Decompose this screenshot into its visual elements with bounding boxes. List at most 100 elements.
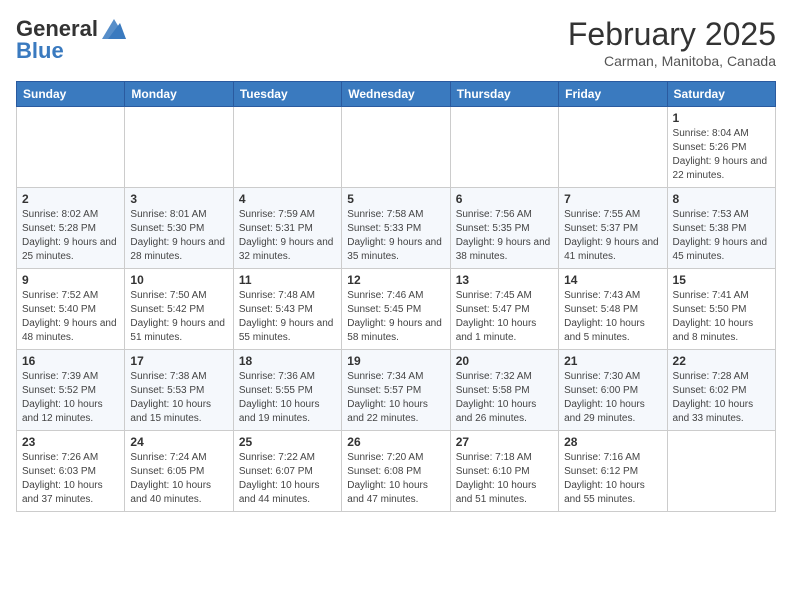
logo-icon: [102, 19, 126, 39]
day-info: Sunrise: 7:59 AM Sunset: 5:31 PM Dayligh…: [239, 208, 336, 264]
week-row-2: 9 Sunrise: 7:52 AM Sunset: 5:40 PM Daylig…: [17, 269, 776, 350]
day-info: Sunrise: 7:41 AM Sunset: 5:50 PM Dayligh…: [673, 289, 770, 345]
day-number: 9: [22, 273, 119, 287]
day-cell: 17 Sunrise: 7:38 AM Sunset: 5:53 PM Dayli…: [125, 350, 233, 431]
day-cell: 13 Sunrise: 7:45 AM Sunset: 5:47 PM Dayli…: [450, 269, 558, 350]
day-info: Sunrise: 7:22 AM Sunset: 6:07 PM Dayligh…: [239, 451, 336, 507]
day-cell: 27 Sunrise: 7:18 AM Sunset: 6:10 PM Dayli…: [450, 431, 558, 512]
day-info: Sunrise: 7:39 AM Sunset: 5:52 PM Dayligh…: [22, 370, 119, 426]
day-number: 20: [456, 354, 553, 368]
day-info: Sunrise: 7:16 AM Sunset: 6:12 PM Dayligh…: [564, 451, 661, 507]
weekday-sunday: Sunday: [17, 82, 125, 107]
day-info: Sunrise: 7:43 AM Sunset: 5:48 PM Dayligh…: [564, 289, 661, 345]
day-info: Sunrise: 8:02 AM Sunset: 5:28 PM Dayligh…: [22, 208, 119, 264]
day-cell: [125, 107, 233, 188]
day-cell: 19Sunrise: 7:34 AM Sunset: 5:57 PM Dayli…: [342, 350, 450, 431]
logo-blue: Blue: [16, 38, 64, 64]
day-number: 18: [239, 354, 336, 368]
day-cell: [342, 107, 450, 188]
day-cell: 25 Sunrise: 7:22 AM Sunset: 6:07 PM Dayli…: [233, 431, 341, 512]
day-info: Sunrise: 7:28 AM Sunset: 6:02 PM Dayligh…: [673, 370, 770, 426]
day-number: 10: [130, 273, 227, 287]
day-cell: 15 Sunrise: 7:41 AM Sunset: 5:50 PM Dayli…: [667, 269, 775, 350]
day-number: 25: [239, 435, 336, 449]
day-number: 27: [456, 435, 553, 449]
calendar-subtitle: Carman, Manitoba, Canada: [568, 53, 776, 69]
day-number: 26: [347, 435, 444, 449]
day-cell: [17, 107, 125, 188]
day-info: Sunrise: 8:04 AM Sunset: 5:26 PM Dayligh…: [673, 127, 770, 183]
day-info: Sunrise: 7:30 AM Sunset: 6:00 PM Dayligh…: [564, 370, 661, 426]
day-info: Sunrise: 7:26 AM Sunset: 6:03 PM Dayligh…: [22, 451, 119, 507]
day-number: 15: [673, 273, 770, 287]
calendar-table: SundayMondayTuesdayWednesdayThursdayFrid…: [16, 81, 776, 512]
title-block: February 2025 Carman, Manitoba, Canada: [568, 16, 776, 69]
day-info: Sunrise: 7:52 AM Sunset: 5:40 PM Dayligh…: [22, 289, 119, 345]
day-number: 14: [564, 273, 661, 287]
day-cell: 6Sunrise: 7:56 AM Sunset: 5:35 PM Daylig…: [450, 188, 558, 269]
day-cell: 3 Sunrise: 8:01 AM Sunset: 5:30 PM Daylig…: [125, 188, 233, 269]
day-cell: [559, 107, 667, 188]
day-number: 11: [239, 273, 336, 287]
day-number: 2: [22, 192, 119, 206]
weekday-header-row: SundayMondayTuesdayWednesdayThursdayFrid…: [17, 82, 776, 107]
day-cell: 12 Sunrise: 7:46 AM Sunset: 5:45 PM Dayli…: [342, 269, 450, 350]
day-info: Sunrise: 7:38 AM Sunset: 5:53 PM Dayligh…: [130, 370, 227, 426]
day-number: 21: [564, 354, 661, 368]
day-cell: 8 Sunrise: 7:53 AM Sunset: 5:38 PM Daylig…: [667, 188, 775, 269]
day-cell: 14 Sunrise: 7:43 AM Sunset: 5:48 PM Dayli…: [559, 269, 667, 350]
day-number: 12: [347, 273, 444, 287]
day-cell: 28 Sunrise: 7:16 AM Sunset: 6:12 PM Dayli…: [559, 431, 667, 512]
day-number: 22: [673, 354, 770, 368]
page-header: General Blue February 2025 Carman, Manit…: [16, 16, 776, 69]
week-row-3: 16 Sunrise: 7:39 AM Sunset: 5:52 PM Dayli…: [17, 350, 776, 431]
day-cell: 26Sunrise: 7:20 AM Sunset: 6:08 PM Dayli…: [342, 431, 450, 512]
day-cell: 16 Sunrise: 7:39 AM Sunset: 5:52 PM Dayli…: [17, 350, 125, 431]
weekday-friday: Friday: [559, 82, 667, 107]
day-number: 6: [456, 192, 553, 206]
day-info: Sunrise: 7:50 AM Sunset: 5:42 PM Dayligh…: [130, 289, 227, 345]
day-number: 8: [673, 192, 770, 206]
week-row-4: 23Sunrise: 7:26 AM Sunset: 6:03 PM Dayli…: [17, 431, 776, 512]
day-info: Sunrise: 7:48 AM Sunset: 5:43 PM Dayligh…: [239, 289, 336, 345]
day-number: 17: [130, 354, 227, 368]
day-info: Sunrise: 7:18 AM Sunset: 6:10 PM Dayligh…: [456, 451, 553, 507]
weekday-tuesday: Tuesday: [233, 82, 341, 107]
weekday-wednesday: Wednesday: [342, 82, 450, 107]
calendar-title: February 2025: [568, 16, 776, 53]
day-info: Sunrise: 7:46 AM Sunset: 5:45 PM Dayligh…: [347, 289, 444, 345]
day-cell: 21 Sunrise: 7:30 AM Sunset: 6:00 PM Dayli…: [559, 350, 667, 431]
day-number: 3: [130, 192, 227, 206]
day-cell: 4 Sunrise: 7:59 AM Sunset: 5:31 PM Daylig…: [233, 188, 341, 269]
day-cell: 22 Sunrise: 7:28 AM Sunset: 6:02 PM Dayli…: [667, 350, 775, 431]
day-cell: [667, 431, 775, 512]
weekday-saturday: Saturday: [667, 82, 775, 107]
day-number: 7: [564, 192, 661, 206]
day-cell: [233, 107, 341, 188]
day-number: 28: [564, 435, 661, 449]
day-cell: 2 Sunrise: 8:02 AM Sunset: 5:28 PM Daylig…: [17, 188, 125, 269]
day-info: Sunrise: 8:01 AM Sunset: 5:30 PM Dayligh…: [130, 208, 227, 264]
calendar-body: 1 Sunrise: 8:04 AM Sunset: 5:26 PM Daylig…: [17, 107, 776, 512]
weekday-monday: Monday: [125, 82, 233, 107]
day-cell: [450, 107, 558, 188]
day-info: Sunrise: 7:24 AM Sunset: 6:05 PM Dayligh…: [130, 451, 227, 507]
week-row-1: 2 Sunrise: 8:02 AM Sunset: 5:28 PM Daylig…: [17, 188, 776, 269]
day-number: 13: [456, 273, 553, 287]
day-number: 1: [673, 111, 770, 125]
day-info: Sunrise: 7:45 AM Sunset: 5:47 PM Dayligh…: [456, 289, 553, 345]
day-cell: 24 Sunrise: 7:24 AM Sunset: 6:05 PM Dayli…: [125, 431, 233, 512]
logo: General Blue: [16, 16, 126, 64]
day-number: 24: [130, 435, 227, 449]
day-number: 4: [239, 192, 336, 206]
day-cell: 1 Sunrise: 8:04 AM Sunset: 5:26 PM Daylig…: [667, 107, 775, 188]
day-cell: 23Sunrise: 7:26 AM Sunset: 6:03 PM Dayli…: [17, 431, 125, 512]
day-info: Sunrise: 7:32 AM Sunset: 5:58 PM Dayligh…: [456, 370, 553, 426]
day-cell: 11 Sunrise: 7:48 AM Sunset: 5:43 PM Dayli…: [233, 269, 341, 350]
day-cell: 10 Sunrise: 7:50 AM Sunset: 5:42 PM Dayli…: [125, 269, 233, 350]
day-number: 16: [22, 354, 119, 368]
day-info: Sunrise: 7:58 AM Sunset: 5:33 PM Dayligh…: [347, 208, 444, 264]
day-cell: 18Sunrise: 7:36 AM Sunset: 5:55 PM Dayli…: [233, 350, 341, 431]
day-cell: 7Sunrise: 7:55 AM Sunset: 5:37 PM Daylig…: [559, 188, 667, 269]
day-info: Sunrise: 7:53 AM Sunset: 5:38 PM Dayligh…: [673, 208, 770, 264]
